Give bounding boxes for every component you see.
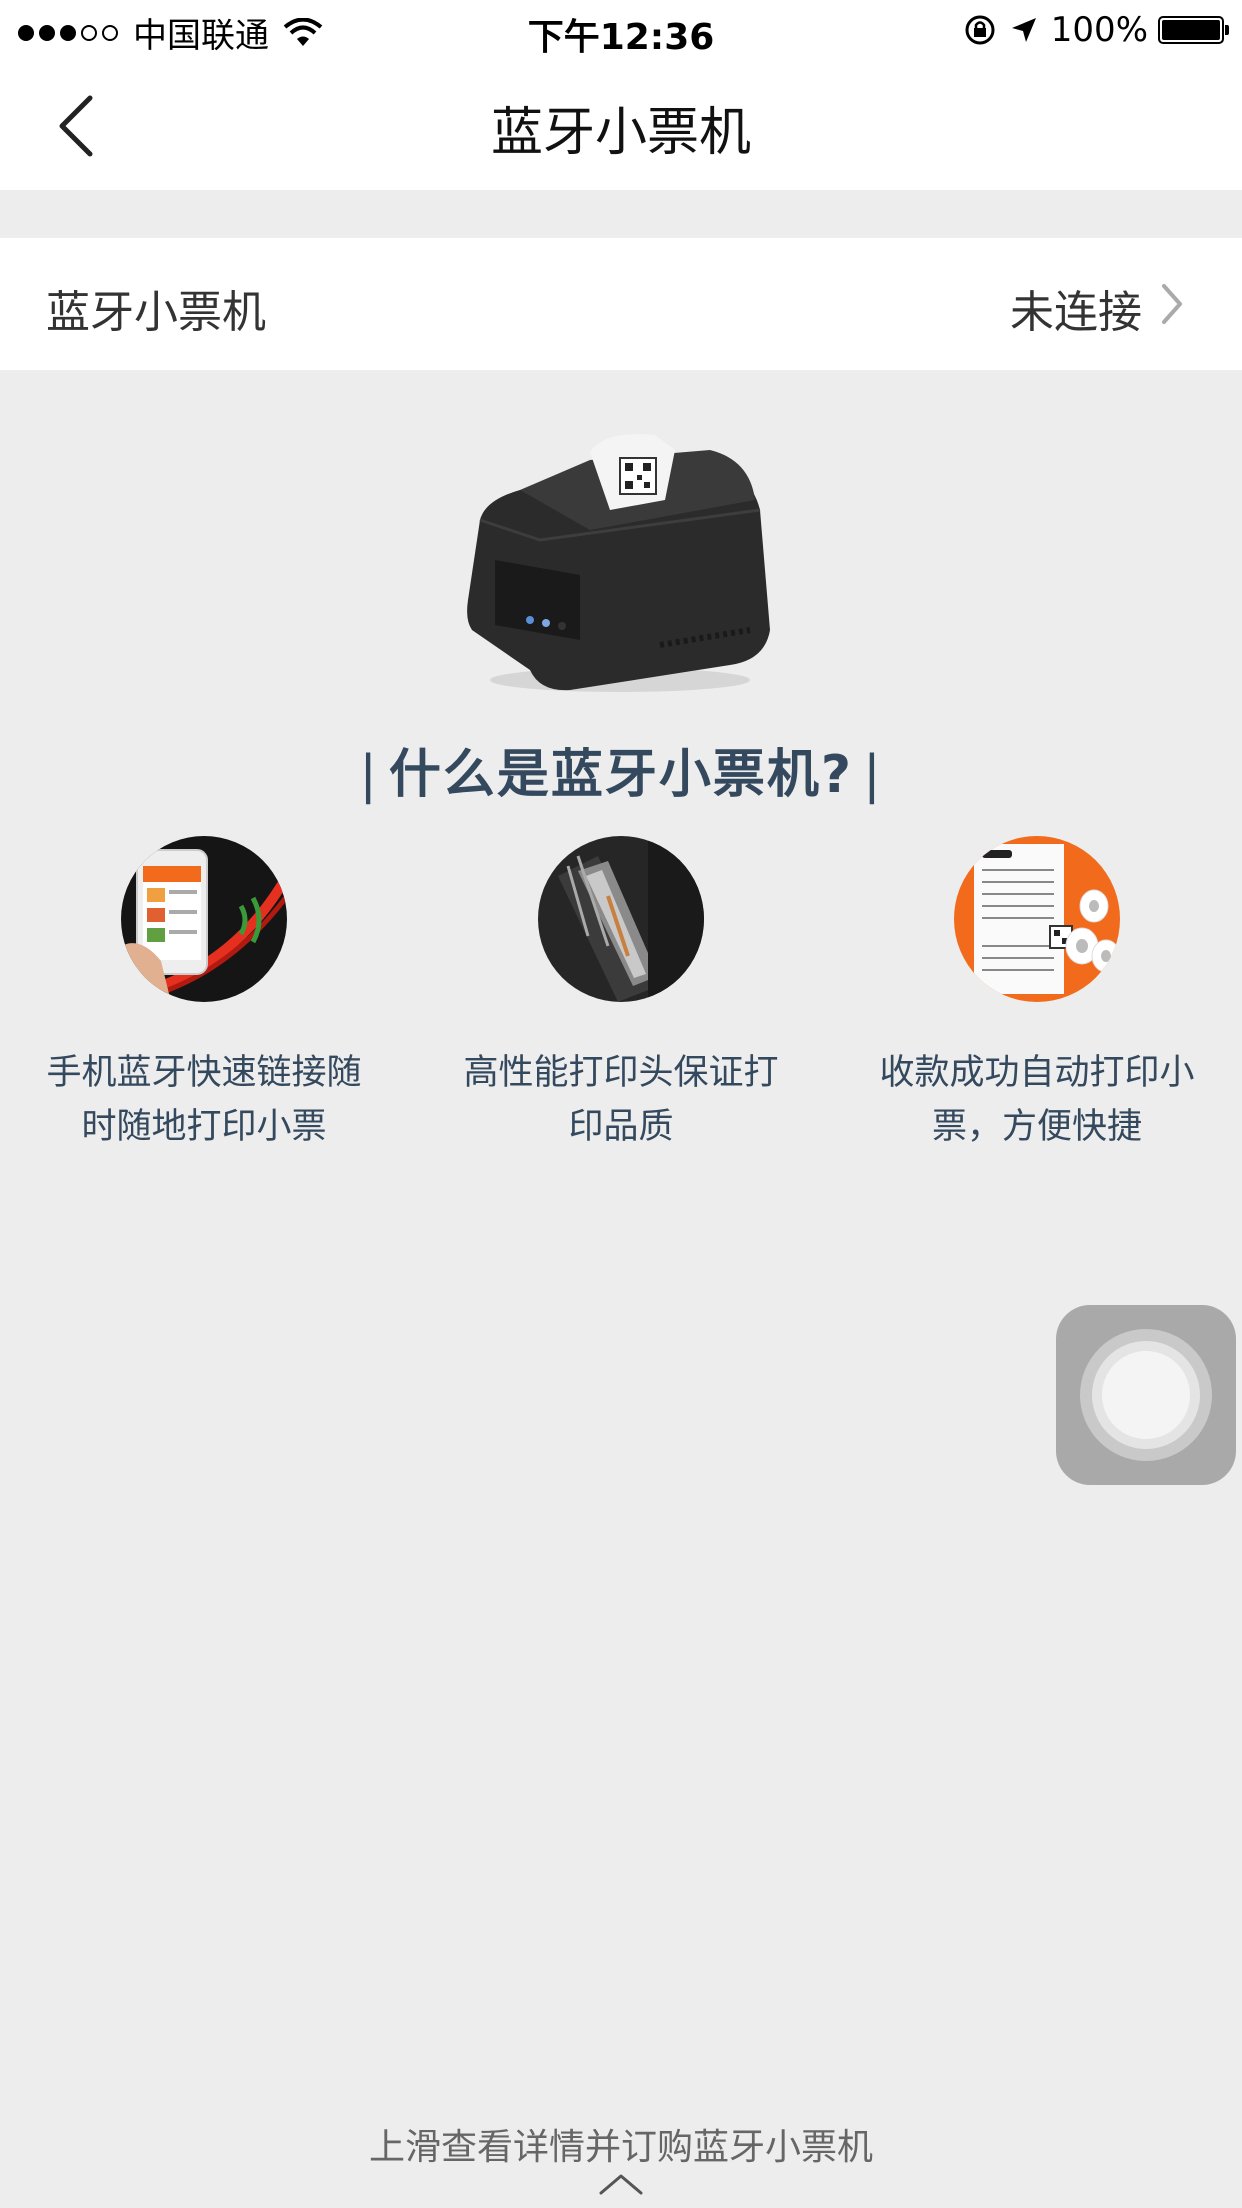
- intro-heading-text: 什么是蓝牙小票机?: [388, 745, 854, 805]
- feature-text-line: 手机蓝牙快速链接随: [46, 1053, 362, 1093]
- feature-item: 手机蓝牙快速链接随 时随地打印小票: [24, 836, 384, 1154]
- receipt-rolls-image: [954, 836, 1120, 1002]
- feature-text: 高性能打印头保证打 印品质: [441, 1046, 801, 1154]
- page-title: 蓝牙小票机: [490, 103, 751, 163]
- heading-bar-left: |: [359, 745, 379, 805]
- intro-heading: | 什么是蓝牙小票机? |: [0, 732, 1242, 807]
- location-arrow-icon: [1011, 18, 1036, 42]
- nav-bar: 蓝牙小票机: [0, 62, 1242, 190]
- phone-bluetooth-image: [121, 836, 287, 1002]
- feature-text-line: 高性能打印头保证打: [463, 1053, 779, 1093]
- feature-text: 收款成功自动打印小 票，方便快捷: [857, 1046, 1217, 1154]
- battery-icon: [1158, 16, 1229, 44]
- connection-status: 未连接: [1010, 287, 1142, 338]
- feature-item: 高性能打印头保证打 印品质: [441, 836, 801, 1154]
- feature-text-line: 收款成功自动打印小: [879, 1053, 1195, 1093]
- feature-text: 手机蓝牙快速链接随 时随地打印小票: [24, 1046, 384, 1154]
- heading-bar-right: |: [863, 745, 883, 805]
- swipe-up-hint: 上滑查看详情并订购蓝牙小票机: [368, 2127, 873, 2168]
- status-right: 100%: [963, 10, 1229, 50]
- orientation-lock-icon: [965, 15, 995, 45]
- status-bar: 中国联通 下午12:36 100%: [0, 0, 1242, 62]
- assistive-touch-button[interactable]: [1056, 1305, 1236, 1485]
- feature-text-line: 时随地打印小票: [81, 1107, 327, 1147]
- chevron-up-icon[interactable]: [598, 2172, 644, 2196]
- assistive-touch-ring: [1102, 1351, 1190, 1439]
- feature-text-line: 票，方便快捷: [931, 1107, 1142, 1147]
- bluetooth-printer-row[interactable]: 蓝牙小票机 未连接: [0, 238, 1242, 370]
- receipt-printer-image: [467, 434, 770, 692]
- feature-text-line: 印品质: [568, 1107, 674, 1147]
- feature-item: 收款成功自动打印小 票，方便快捷: [857, 836, 1217, 1154]
- printer-row-label: 蓝牙小票机: [46, 287, 266, 338]
- battery-percent: 100%: [1050, 10, 1148, 50]
- print-head-image: [538, 836, 704, 1002]
- chevron-right-icon: [1162, 284, 1182, 324]
- battery-fill: [1162, 20, 1220, 40]
